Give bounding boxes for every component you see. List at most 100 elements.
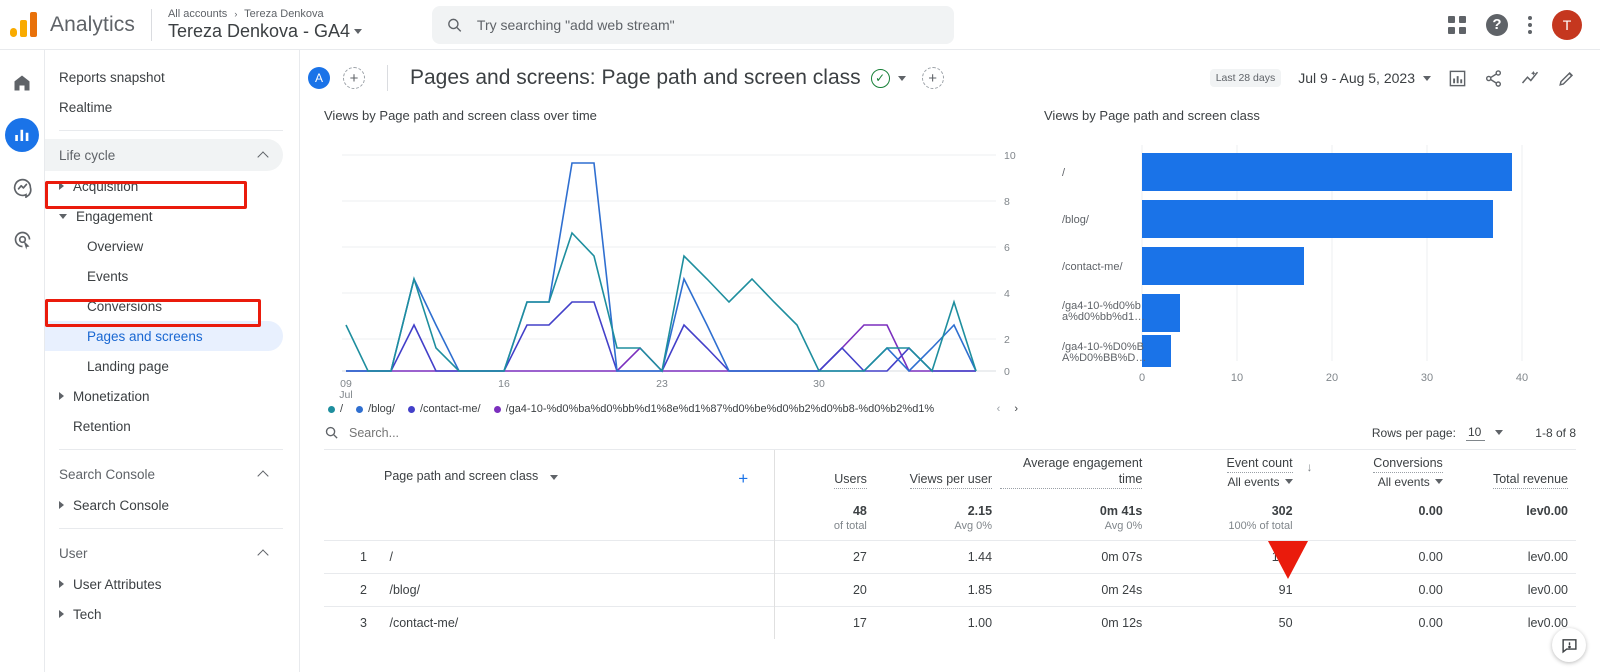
analytics-app: Analytics All accounts › Tereza Denkova … — [0, 0, 1600, 672]
summary-conversions: 0.00 — [1418, 503, 1443, 518]
date-range-picker[interactable]: Jul 9 - Aug 5, 2023 — [1298, 70, 1431, 86]
column-header-filter[interactable]: All events — [1378, 475, 1443, 489]
home-icon[interactable] — [5, 66, 39, 100]
data-table-section: Rows per page: 10 1-8 of 8 Page path and… — [300, 416, 1600, 639]
sidebar-item-retention[interactable]: Retention — [45, 411, 283, 441]
column-header-total-revenue[interactable]: Total revenue — [1451, 450, 1576, 495]
row-range-label: 1-8 of 8 — [1535, 425, 1576, 440]
breadcrumb-root[interactable]: All accounts — [168, 8, 227, 20]
column-header-dimension[interactable]: Page path and screen class + — [324, 450, 775, 495]
more-options-icon[interactable] — [1528, 15, 1532, 34]
legend-color-swatch — [493, 405, 501, 413]
sidebar-item-label: Engagement — [76, 208, 153, 224]
property-name-row[interactable]: Tereza Denkova - GA4 — [168, 21, 363, 42]
legend-item[interactable]: /ga4-10-%d0%ba%d0%bb%d1%8e%d1%87%d0%be%d… — [493, 403, 934, 415]
sidebar-item-pages-and-screens[interactable]: Pages and screens — [45, 321, 283, 351]
search-input[interactable] — [476, 16, 941, 33]
chevron-right-icon — [59, 392, 64, 400]
chevron-down-icon[interactable] — [897, 75, 906, 81]
reports-icon[interactable] — [5, 118, 39, 152]
chevron-down-icon — [354, 29, 363, 35]
legend-prev-icon[interactable]: ‹ — [997, 403, 1001, 415]
add-filter-button[interactable]: + — [921, 67, 944, 89]
avatar[interactable]: T — [1552, 9, 1582, 40]
breadcrumb-account[interactable]: Tereza Denkova — [244, 8, 324, 20]
sidebar-item-search-console[interactable]: Search Console — [45, 490, 283, 520]
table-search-input[interactable] — [349, 425, 669, 440]
legend-next-icon[interactable]: › — [1014, 403, 1018, 415]
edit-comparison-icon[interactable] — [1448, 69, 1467, 88]
row-path[interactable]: / — [389, 550, 392, 564]
sidebar-item-landing-page[interactable]: Landing page — [45, 351, 283, 381]
sidebar-item-monetization[interactable]: Monetization — [45, 381, 283, 411]
sidebar-item-label: Retention — [73, 418, 131, 434]
legend-item[interactable]: / — [328, 403, 343, 415]
charts-row: Views by Page path and screen class over… — [300, 106, 1600, 416]
sidebar-item-acquisition[interactable]: Acquisition — [45, 171, 283, 201]
sidebar-group-search-console[interactable]: Search Console — [45, 458, 283, 490]
sidebar-item-label: Acquisition — [73, 178, 139, 194]
sidebar-item-conversions[interactable]: Conversions — [45, 291, 283, 321]
audience-badge[interactable]: A — [308, 67, 330, 89]
table-row[interactable]: 1 / 27 1.44 0m 07s 129 0.00 lev0.00 — [324, 539, 1576, 574]
table-row[interactable]: 2 /blog/ 20 1.85 0m 24s 91 0.00 lev0.00 — [324, 572, 1576, 607]
advertising-icon[interactable] — [5, 222, 39, 256]
summary-users-sub: of total — [774, 519, 875, 541]
explore-icon[interactable] — [5, 170, 39, 204]
column-header-users[interactable]: Users — [774, 450, 875, 495]
legend-item[interactable]: /blog/ — [356, 403, 395, 415]
sidebar-item-reports-snapshot[interactable]: Reports snapshot — [45, 62, 283, 92]
sidebar-group-user[interactable]: User — [45, 537, 283, 569]
customize-report-icon[interactable] — [1557, 69, 1576, 88]
sidebar-item-library[interactable]: Library — [45, 665, 283, 672]
chevron-down-icon[interactable] — [1495, 430, 1504, 435]
sidebar-group-life-cycle[interactable]: Life cycle — [45, 139, 283, 171]
legend-color-swatch — [328, 405, 335, 413]
rows-per-page-value[interactable]: 10 — [1465, 425, 1486, 441]
sidebar-item-realtime[interactable]: Realtime — [45, 92, 283, 122]
row-number: 1 — [360, 549, 367, 564]
sidebar-item-user-attributes[interactable]: User Attributes — [45, 569, 283, 599]
column-header-filter[interactable]: All events — [1228, 475, 1293, 489]
chevron-right-icon — [59, 610, 64, 618]
apps-grid-icon[interactable] — [1448, 15, 1466, 34]
global-search[interactable] — [432, 5, 955, 44]
summary-dimension — [324, 495, 775, 520]
bar-segment — [1142, 153, 1512, 191]
column-header-event-count[interactable]: Event count All events — [1150, 450, 1300, 495]
column-header-conversions[interactable]: ↓ Conversions All events — [1301, 450, 1451, 495]
table-row[interactable]: 3 /contact-me/ 17 1.00 0m 12s 50 0.00 le… — [324, 605, 1576, 639]
legend-item[interactable]: /contact-me/ — [407, 403, 481, 415]
svg-text:30: 30 — [813, 378, 825, 390]
row-path[interactable]: /contact-me/ — [389, 616, 458, 630]
sidebar-item-overview[interactable]: Overview — [45, 231, 283, 261]
sidebar-item-events[interactable]: Events — [45, 261, 283, 291]
account-selector[interactable]: All accounts › Tereza Denkova Tereza Den… — [168, 8, 363, 42]
row-views-per-user: 1.44 — [874, 539, 1001, 574]
chevron-down-icon[interactable] — [549, 474, 558, 480]
insights-icon[interactable] — [1520, 68, 1540, 88]
sidebar-item-engagement[interactable]: Engagement — [45, 201, 283, 231]
feedback-icon[interactable] — [1552, 628, 1586, 662]
sidebar-item-label: Monetization — [73, 388, 150, 404]
help-icon[interactable]: ? — [1486, 13, 1508, 36]
top-bar-actions: ? T — [1448, 9, 1600, 40]
page-title: Pages and screens: Page path and screen … — [410, 66, 861, 89]
search-icon — [325, 426, 338, 439]
add-dimension-button[interactable]: + — [738, 469, 748, 489]
sidebar-group-label: Life cycle — [59, 147, 116, 163]
column-header-label: Users — [834, 472, 867, 489]
column-header-average-engagement-time[interactable]: Average engagement time — [1000, 450, 1150, 495]
column-header-label: Event count — [1226, 456, 1293, 473]
column-header-views-per-user[interactable]: Views per user — [875, 450, 1000, 495]
share-icon[interactable] — [1484, 69, 1503, 88]
sidebar-item-tech[interactable]: Tech — [45, 599, 283, 629]
column-filter-label: All events — [1377, 474, 1430, 489]
row-avg-engagement: 0m 24s — [1000, 572, 1151, 607]
row-users: 20 — [774, 572, 875, 607]
sidebar-group-label: User — [59, 545, 88, 561]
add-comparison-button[interactable]: + — [343, 67, 365, 89]
chevron-down-icon — [1434, 479, 1443, 485]
row-users: 27 — [774, 539, 875, 574]
row-path[interactable]: /blog/ — [389, 583, 420, 597]
